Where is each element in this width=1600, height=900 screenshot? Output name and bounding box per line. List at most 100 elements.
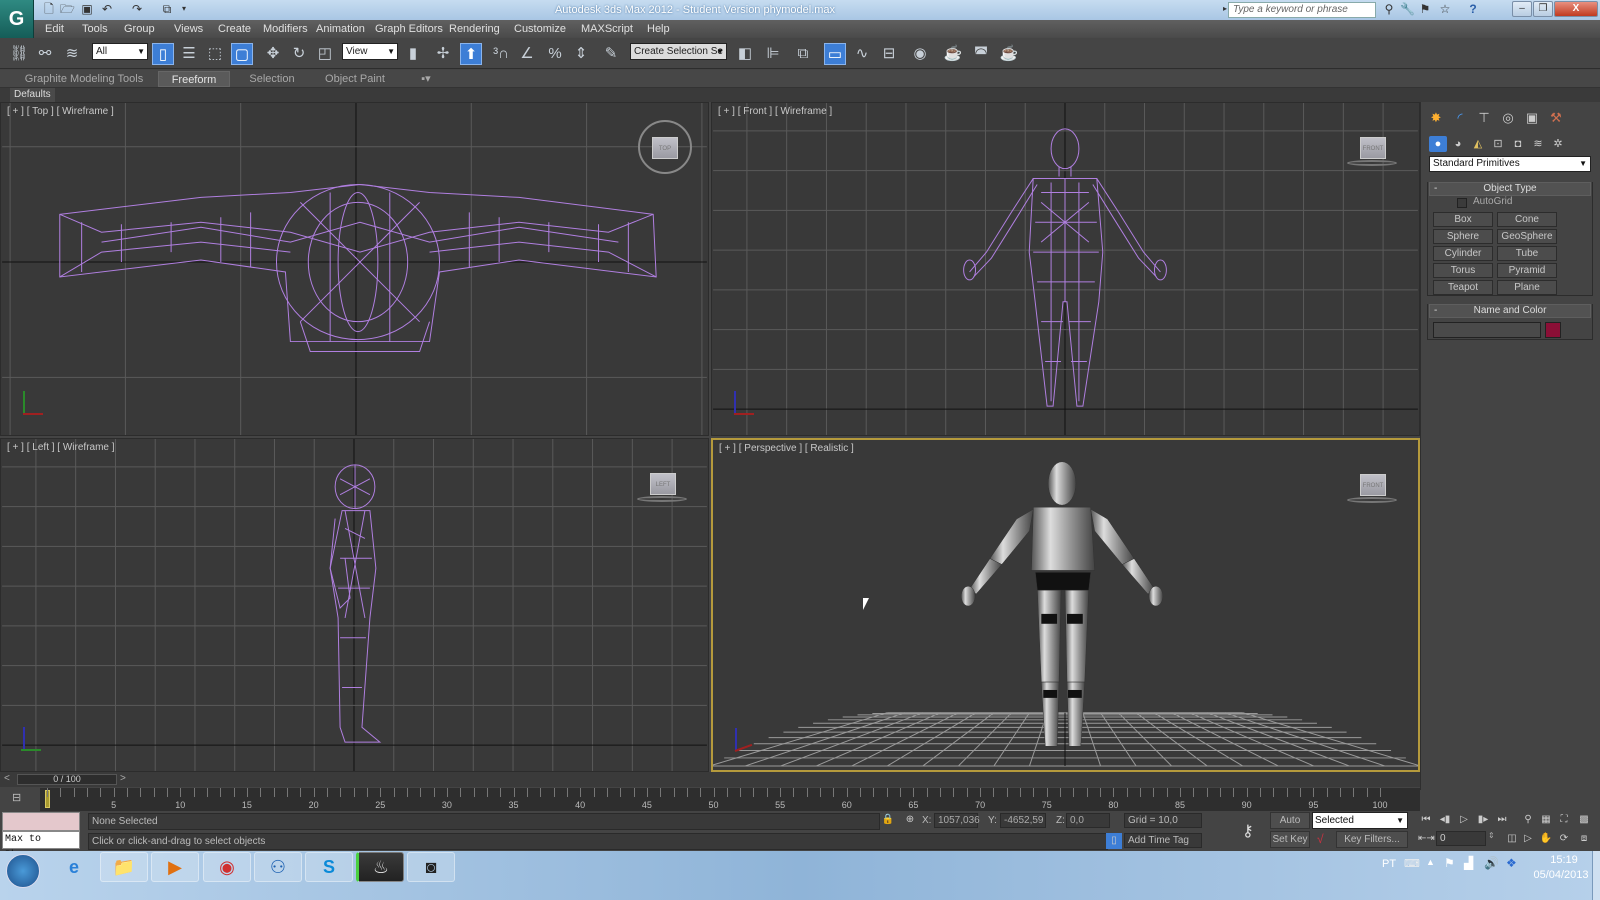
menu-rendering[interactable]: Rendering bbox=[449, 20, 500, 38]
select-manipulate-icon[interactable]: ✢ bbox=[432, 43, 454, 65]
communication-center-icon[interactable]: ⚑ bbox=[1418, 2, 1432, 16]
volume-icon[interactable]: 🔊 bbox=[1484, 856, 1499, 870]
hierarchy-tab-icon[interactable]: ⊤ bbox=[1473, 108, 1495, 128]
set-key-mode-key-icon[interactable]: ⚷ bbox=[1242, 821, 1254, 841]
absolute-mode-transform-icon[interactable]: ⊕ bbox=[902, 812, 918, 828]
menu-create[interactable]: Create bbox=[218, 20, 251, 38]
select-by-name-icon[interactable]: ☰ bbox=[178, 43, 200, 65]
rectangular-selection-icon[interactable]: ⬚ bbox=[204, 43, 226, 65]
edit-named-selection-icon[interactable]: ✎ bbox=[600, 43, 622, 65]
viewport-label-top[interactable]: [ + ] [ Top ] [ Wireframe ] bbox=[7, 106, 114, 117]
key-mode-toggle-icon[interactable]: ⇤⇥ bbox=[1418, 831, 1435, 847]
material-editor-icon[interactable]: ◉ bbox=[909, 43, 931, 65]
helpers-icon[interactable]: ◘ bbox=[1509, 136, 1527, 152]
geometry-icon[interactable]: ● bbox=[1429, 136, 1447, 152]
zoom-extents-icon[interactable]: ⛶ bbox=[1556, 812, 1572, 828]
bind-to-spacewarp-icon[interactable]: ≋ bbox=[61, 43, 83, 65]
shapes-icon[interactable]: ◕ bbox=[1449, 136, 1467, 152]
chrome-icon[interactable]: ◉ bbox=[203, 852, 251, 882]
cylinder-button[interactable]: Cylinder bbox=[1433, 246, 1493, 261]
mirror-icon[interactable]: ◧ bbox=[734, 43, 756, 65]
help-search-input[interactable]: Type a keyword or phrase bbox=[1228, 2, 1376, 18]
select-and-link-icon[interactable]: ⛓ bbox=[8, 43, 30, 65]
align-icon[interactable]: ⊫ bbox=[762, 43, 784, 65]
systems-icon[interactable]: ✲ bbox=[1549, 136, 1567, 152]
current-frame-field[interactable]: 0 bbox=[1436, 831, 1486, 846]
dropbox-icon[interactable]: ❖ bbox=[1506, 856, 1517, 870]
skype-icon[interactable]: S bbox=[305, 852, 353, 882]
track-bar[interactable]: ⊟ 5 10 15 20 25 30 35 40 45 50 55 60 65 70 75 80 85 90 95 1… bbox=[0, 788, 1420, 811]
selection-filter-dropdown[interactable]: All ▼ bbox=[92, 43, 148, 60]
redo-icon[interactable]: ↷ bbox=[130, 2, 144, 16]
maximize-button[interactable]: ❐ bbox=[1533, 1, 1553, 17]
menu-modifiers[interactable]: Modifiers bbox=[263, 20, 308, 38]
curve-editor-icon[interactable]: ∿ bbox=[851, 43, 873, 65]
orbit-icon[interactable]: ⟳ bbox=[1556, 831, 1572, 847]
render-setup-icon[interactable]: ☕ bbox=[942, 43, 964, 65]
selection-lock-icon[interactable]: 🔒 bbox=[880, 812, 896, 828]
ribbon-options-icon[interactable]: ▪▾ bbox=[414, 71, 438, 87]
go-to-start-icon[interactable]: ⏮ bbox=[1418, 812, 1434, 828]
maxscript-mini-listener[interactable]: Max to Physc: bbox=[2, 831, 80, 861]
zoom-icon[interactable]: ⚲ bbox=[1520, 812, 1536, 828]
select-and-rotate-icon[interactable]: ↻ bbox=[288, 43, 310, 65]
binoculars-icon[interactable]: ⚲ bbox=[1382, 2, 1396, 16]
select-and-scale-icon[interactable]: ◰ bbox=[314, 43, 336, 65]
viewport-label-perspective[interactable]: [ + ] [ Perspective ] [ Realistic ] bbox=[719, 443, 854, 454]
y-coordinate-field[interactable]: -4652,59 bbox=[1000, 813, 1046, 828]
create-tab-icon[interactable]: ✸ bbox=[1425, 108, 1447, 128]
box-button[interactable]: Box bbox=[1433, 212, 1493, 227]
tube-button[interactable]: Tube bbox=[1497, 246, 1557, 261]
spacewarps-icon[interactable]: ≋ bbox=[1529, 136, 1547, 152]
media-player-icon[interactable]: ▶ bbox=[151, 852, 199, 882]
geosphere-button[interactable]: GeoSphere bbox=[1497, 229, 1557, 244]
time-configuration-icon[interactable]: ◫ bbox=[1504, 831, 1520, 847]
go-to-end-icon[interactable]: ⏭ bbox=[1494, 812, 1510, 828]
3ds-max-taskbar-icon[interactable]: ◙ bbox=[407, 852, 455, 882]
menu-edit[interactable]: Edit bbox=[45, 20, 64, 38]
viewport-perspective[interactable]: [ + ] [ Perspective ] [ Realistic ] FRON… bbox=[711, 438, 1420, 772]
menu-tools[interactable]: Tools bbox=[82, 20, 108, 38]
reference-coordinate-dropdown[interactable]: View ▼ bbox=[342, 43, 398, 60]
motion-tab-icon[interactable]: ◎ bbox=[1497, 108, 1519, 128]
torus-button[interactable]: Torus bbox=[1433, 263, 1493, 278]
primitive-category-dropdown[interactable]: Standard Primitives ▼ bbox=[1429, 156, 1591, 172]
viewcube-front[interactable]: FRONT bbox=[1360, 137, 1386, 159]
default-in-out-tangents-icon[interactable]: √ bbox=[1317, 832, 1324, 846]
snaps-toggle-icon[interactable]: ³∩ bbox=[490, 43, 512, 65]
menu-animation[interactable]: Animation bbox=[316, 20, 365, 38]
clock-date[interactable]: 05/04/2013 bbox=[1530, 869, 1592, 881]
language-indicator[interactable]: PT bbox=[1382, 858, 1396, 870]
file-explorer-icon[interactable]: 📁 bbox=[100, 852, 148, 882]
select-and-move-icon[interactable]: ✥ bbox=[262, 43, 284, 65]
viewport-label-left[interactable]: [ + ] [ Left ] [ Wireframe ] bbox=[7, 442, 115, 453]
sphere-button[interactable]: Sphere bbox=[1433, 229, 1493, 244]
key-mode-dropdown[interactable]: Selected ▼ bbox=[1312, 812, 1408, 829]
network-signal-icon[interactable]: ▟ bbox=[1464, 856, 1473, 870]
tab-selection[interactable]: Selection bbox=[240, 71, 304, 87]
viewcube-left[interactable]: LEFT bbox=[650, 473, 676, 495]
object-color-swatch[interactable] bbox=[1545, 322, 1561, 338]
undo-icon[interactable]: ↶ bbox=[100, 2, 114, 16]
angle-snap-icon[interactable]: ∠ bbox=[516, 43, 538, 65]
menu-customize[interactable]: Customize bbox=[514, 20, 566, 38]
tab-graphite-modeling-tools[interactable]: Graphite Modeling Tools bbox=[20, 71, 148, 87]
object-name-input[interactable] bbox=[1433, 322, 1541, 338]
window-crossing-icon[interactable]: ▢ bbox=[231, 43, 253, 65]
viewport-top[interactable]: [ + ] [ Top ] [ Wireframe ] TOP bbox=[0, 102, 709, 436]
time-slider[interactable]: 0 / 100 bbox=[17, 774, 117, 785]
cone-button[interactable]: Cone bbox=[1497, 212, 1557, 227]
tab-object-paint[interactable]: Object Paint bbox=[318, 71, 392, 87]
viewport-label-front[interactable]: [ + ] [ Front ] [ Wireframe ] bbox=[718, 106, 832, 117]
help-icon[interactable]: ? bbox=[1466, 2, 1480, 16]
autogrid-checkbox[interactable] bbox=[1457, 198, 1467, 208]
named-selection-sets-dropdown[interactable]: Create Selection Se ▼ bbox=[630, 43, 727, 60]
name-color-rollout-header[interactable]: - Name and Color bbox=[1429, 304, 1591, 318]
open-file-icon[interactable]: 🗁 bbox=[60, 2, 75, 16]
subscription-key-icon[interactable]: 🔧 bbox=[1400, 2, 1415, 16]
add-time-tag[interactable]: Add Time Tag bbox=[1124, 833, 1202, 848]
play-icon[interactable]: ▷ bbox=[1456, 812, 1472, 828]
favorites-star-icon[interactable]: ☆ bbox=[1438, 2, 1452, 16]
time-tag-icon[interactable]: ▯ bbox=[1106, 833, 1122, 849]
zoom-all-icon[interactable]: ▦ bbox=[1538, 812, 1554, 828]
